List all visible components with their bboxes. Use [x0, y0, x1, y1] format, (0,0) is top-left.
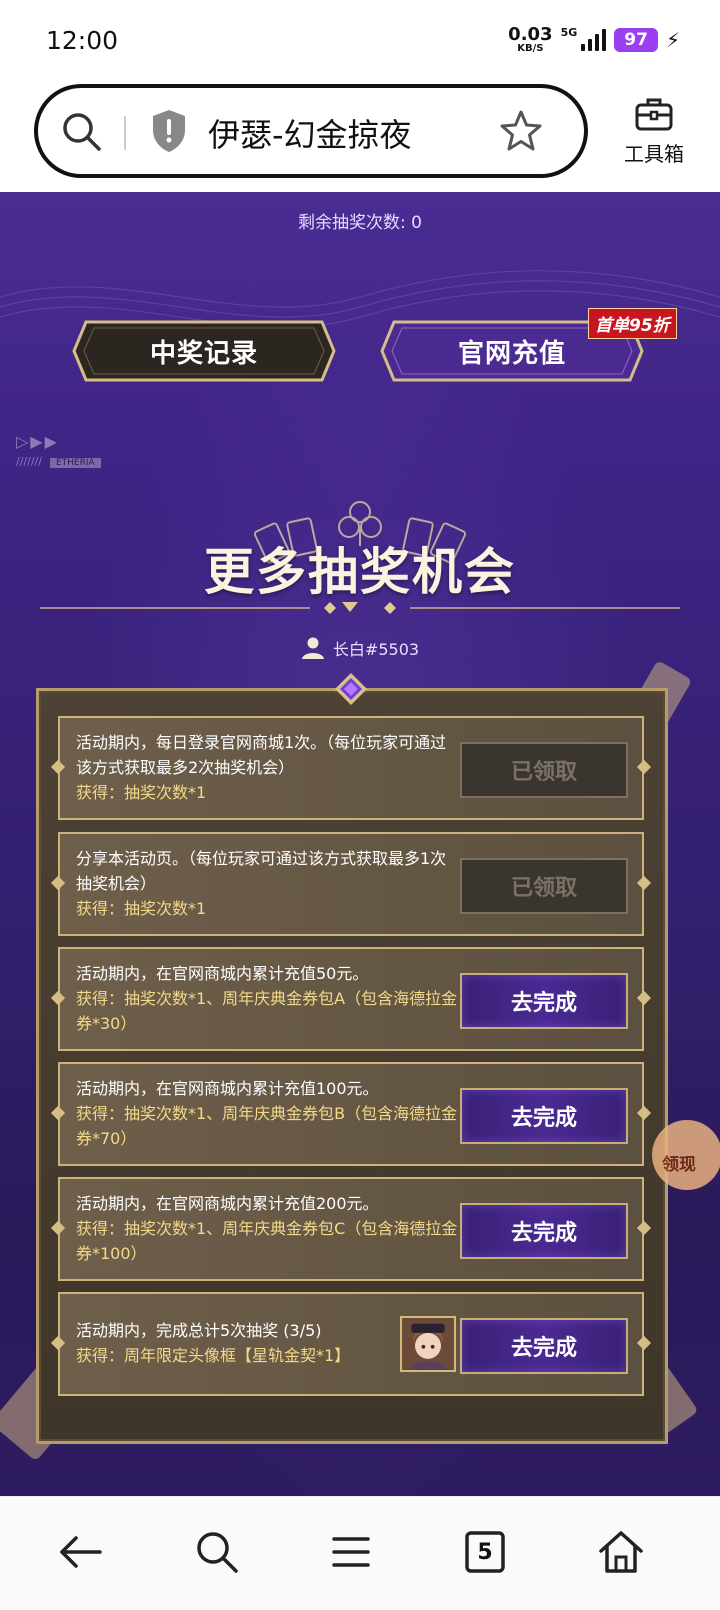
- menu-icon[interactable]: [326, 1527, 376, 1577]
- event-page: 剩余抽奖次数: 0 中奖记录 官网充值 首单95折 ▷▶▶ ///////ETH…: [0, 192, 720, 1496]
- task-description: 活动期内，完成总计5次抽奖 (3/5): [76, 1321, 322, 1340]
- task-reward: 获得：抽奖次数*1: [76, 783, 207, 802]
- avatar-frame-icon: [400, 1316, 456, 1372]
- brand-strip: ▷▶▶ ///////ETHERIA: [16, 432, 101, 468]
- claimed-button[interactable]: 已领取: [460, 742, 628, 798]
- prize-record-label: 中奖记录: [149, 338, 258, 369]
- home-icon[interactable]: [596, 1527, 646, 1577]
- star-icon[interactable]: [498, 108, 544, 154]
- task-description: 活动期内，在官网商城内累计充值100元。: [76, 1079, 379, 1098]
- tabs-icon[interactable]: 5: [460, 1527, 510, 1577]
- prize-record-button[interactable]: 中奖记录: [72, 320, 336, 382]
- task-description: 活动期内，每日登录官网商城1次。（每位玩家可通过该方式获取最多2次抽奖机会）: [76, 733, 447, 777]
- address-bar: 伊瑟-幻金掠夜 工具箱: [0, 84, 720, 192]
- go-complete-button[interactable]: 去完成: [460, 1203, 628, 1259]
- remaining-draws: 剩余抽奖次数: 0: [298, 213, 422, 233]
- task-row: 活动期内，在官网商城内累计充值200元。 获得：抽奖次数*1、周年庆典金券包C（…: [50, 1177, 652, 1281]
- task-row: 活动期内，在官网商城内累计充值50元。 获得：抽奖次数*1、周年庆典金券包A（包…: [50, 947, 652, 1051]
- title-divider: [40, 602, 680, 614]
- user-icon: [301, 637, 324, 659]
- battery-indicator: 97: [614, 28, 658, 52]
- brand-tag: ETHERIA: [49, 458, 101, 468]
- status-bar: 12:00 0.03 KB/S 5G 97 ⚡: [0, 0, 720, 84]
- task-row: 活动期内，完成总计5次抽奖 (3/5) 获得：周年限定头像框【星轨金契*1】 去…: [50, 1292, 652, 1396]
- task-row: 分享本活动页。（每位玩家可通过该方式获取最多1次抽奖机会） 获得：抽奖次数*1 …: [50, 832, 652, 936]
- arrows-icon: ▷▶▶: [16, 432, 59, 451]
- bottom-nav: 5: [0, 1496, 720, 1610]
- task-reward: 获得：抽奖次数*1、周年庆典金券包A（包含海德拉金券*30）: [76, 989, 458, 1033]
- go-complete-button[interactable]: 去完成: [460, 973, 628, 1029]
- gem-icon: [335, 673, 367, 705]
- user-info: 长白#5503: [0, 636, 720, 660]
- claimed-button[interactable]: 已领取: [460, 858, 628, 914]
- toolbox-label: 工具箱: [624, 142, 684, 166]
- url-field[interactable]: 伊瑟-幻金掠夜: [34, 84, 588, 178]
- tab-count: 5: [477, 1539, 493, 1565]
- search-icon[interactable]: [192, 1527, 242, 1577]
- network-speed-unit: KB/S: [517, 43, 544, 54]
- user-name: 长白#5503: [332, 640, 420, 659]
- task-description: 活动期内，在官网商城内累计充值50元。: [76, 964, 369, 983]
- task-description: 活动期内，在官网商城内累计充值200元。: [76, 1194, 379, 1213]
- divider: [124, 116, 126, 150]
- network-speed-value: 0.03: [508, 24, 553, 45]
- go-complete-button[interactable]: 去完成: [460, 1318, 628, 1374]
- shield-icon[interactable]: [150, 108, 188, 154]
- toolbox-icon: [635, 98, 673, 131]
- task-reward: 获得：抽奖次数*1、周年庆典金券包B（包含海德拉金券*70）: [76, 1104, 458, 1148]
- page-title[interactable]: 伊瑟-幻金掠夜: [208, 110, 412, 156]
- network-type: 5G: [560, 26, 578, 39]
- go-complete-button[interactable]: 去完成: [460, 1088, 628, 1144]
- clock: 12:00: [46, 26, 119, 55]
- toolbox-button[interactable]: 工具箱: [612, 96, 696, 167]
- task-row: 活动期内，每日登录官网商城1次。（每位玩家可通过该方式获取最多2次抽奖机会） 获…: [50, 716, 652, 820]
- section-title: 更多抽奖机会: [204, 543, 516, 601]
- search-icon[interactable]: [60, 110, 102, 152]
- task-reward: 获得：抽奖次数*1: [76, 899, 207, 918]
- task-reward: 获得：周年限定头像框【星轨金契*1】: [76, 1346, 351, 1365]
- side-tab-label: 领现: [662, 1155, 696, 1175]
- task-reward: 获得：抽奖次数*1、周年庆典金券包C（包含海德拉金券*100）: [76, 1219, 458, 1263]
- back-icon[interactable]: [56, 1527, 106, 1577]
- signal-icon: [581, 29, 607, 51]
- network-speed: 0.03 KB/S: [508, 26, 552, 54]
- charging-icon: ⚡: [665, 28, 680, 52]
- task-description: 分享本活动页。（每位玩家可通过该方式获取最多1次抽奖机会）: [76, 849, 447, 893]
- discount-badge: 首单95折: [588, 308, 677, 339]
- task-row: 活动期内，在官网商城内累计充值100元。 获得：抽奖次数*1、周年庆典金券包B（…: [50, 1062, 652, 1166]
- claim-side-tab[interactable]: 领现: [652, 1120, 720, 1190]
